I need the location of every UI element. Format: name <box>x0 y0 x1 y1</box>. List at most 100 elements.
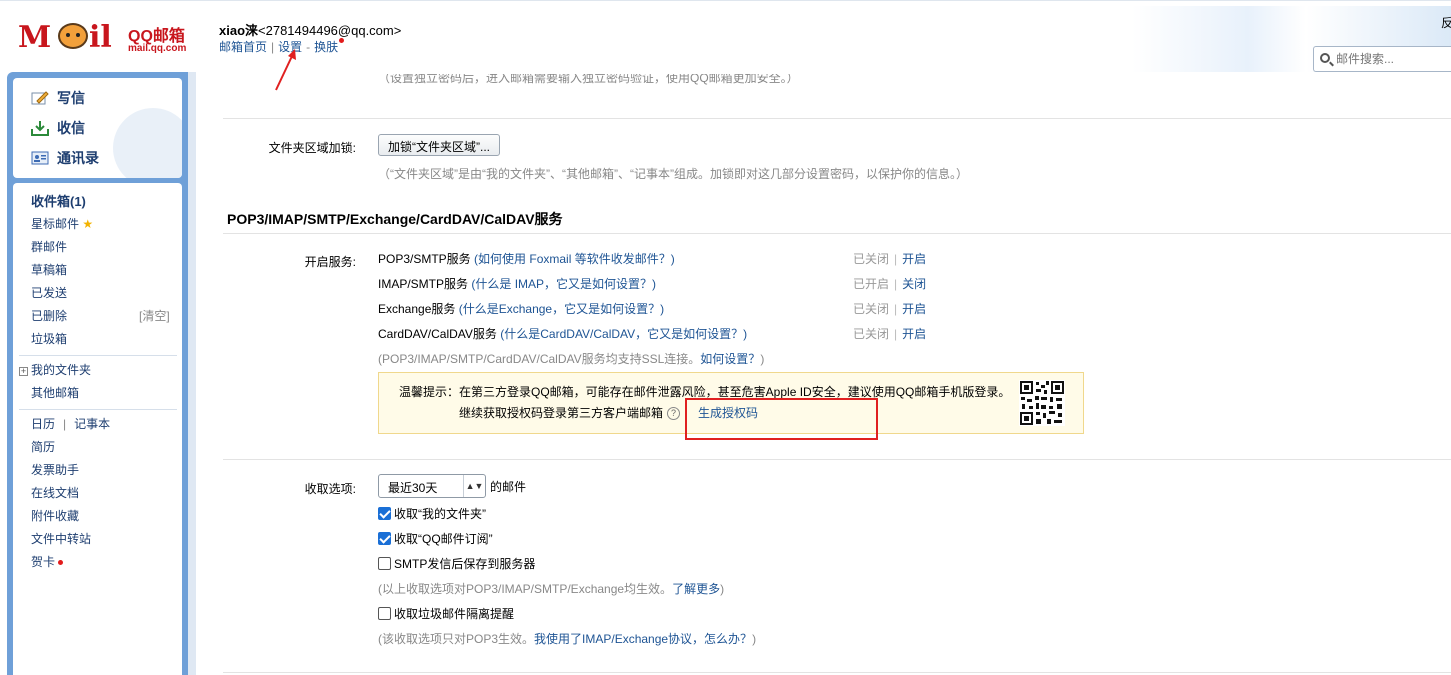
qr-code-icon <box>1019 380 1065 426</box>
select-value: 最近30天 <box>388 481 438 495</box>
receive-button[interactable]: 收信 <box>31 118 85 138</box>
sidebar-item-calendar-notebook: 日历 | 记事本 <box>31 415 110 432</box>
sidebar-divider <box>19 355 177 356</box>
folder-lock-note: （“文件夹区域”是由“我的文件夹”、“其他邮箱”、“记事本”组成。加锁即对这几部… <box>378 167 968 181</box>
service-toggle-link[interactable]: 关闭 <box>902 277 926 291</box>
corner-text[interactable]: 反 <box>1441 14 1451 31</box>
service-pop3: POP3/SMTP服务 (如何使用 Foxmail 等软件收发邮件？) <box>378 250 675 267</box>
service-help-link[interactable]: (什么是CardDAV/CalDAV，它又是如何设置？) <box>500 327 747 341</box>
star-icon: ★ <box>82 217 94 231</box>
service-imap-status: 已开启 | 关闭 <box>853 275 926 292</box>
sidebar-item-transfer[interactable]: 文件中转站 <box>31 530 91 547</box>
account-email: <2781494496@qq.com> <box>258 23 402 38</box>
sidebar-item-cards[interactable]: 贺卡 <box>31 553 64 570</box>
pop3-note-text: (该收取选项只对POP3生效。 <box>378 632 535 646</box>
search-input[interactable] <box>1336 50 1446 68</box>
status-text: 已开启 <box>853 277 890 291</box>
sidebar-item-my-folders[interactable]: + 我的文件夹 <box>19 361 91 378</box>
new-dot-icon <box>58 560 64 566</box>
sidebar-item-deleted[interactable]: 已删除 <box>31 307 67 324</box>
separator: | <box>894 277 898 291</box>
checkbox-subscribe[interactable]: 收取“QQ邮件订阅” <box>378 530 493 547</box>
imap-exchange-help-link[interactable]: 我使用了IMAP/Exchange协议，怎么办？ <box>534 632 752 646</box>
search-icon <box>1320 53 1330 63</box>
checkbox-checked-icon[interactable] <box>378 507 391 520</box>
checkbox-smtp-save[interactable]: SMTP发信后保存到服务器 <box>378 555 535 572</box>
calendar-link[interactable]: 日历 <box>31 417 55 431</box>
section-title: POP3/IMAP/SMTP/Exchange/CardDAV/CalDAV服务 <box>227 211 563 227</box>
sidebar-divider <box>19 409 177 410</box>
sidebar-folders: 收件箱(1) 星标邮件 ★ 群邮件 草稿箱 已发送 已删除 [清空] 垃圾箱 +… <box>13 183 182 675</box>
my-folders-label: 我的文件夹 <box>31 363 92 377</box>
ssl-note-text: (POP3/IMAP/SMTP/CardDAV/CalDAV服务均支持SSL连接… <box>378 352 701 366</box>
updown-arrow-icon: ▲▼ <box>463 475 485 497</box>
checkbox-unchecked-icon[interactable] <box>378 607 391 620</box>
pop3-note-end: ) <box>752 632 757 646</box>
expand-plus-icon[interactable]: + <box>19 367 28 376</box>
receive-range-select[interactable]: 最近30天 ▲▼ <box>378 474 486 498</box>
service-name: Exchange服务 <box>378 302 456 316</box>
checkbox-label: SMTP发信后保存到服务器 <box>394 557 536 571</box>
notebook-link[interactable]: 记事本 <box>74 417 110 431</box>
service-exchange: Exchange服务 (什么是Exchange，它又是如何设置？) <box>378 300 664 317</box>
receive-suffix: 的邮件 <box>490 480 527 494</box>
new-dot-icon <box>339 38 345 43</box>
folder-lock-label: 文件夹区域加锁: <box>268 141 356 155</box>
service-help-link[interactable]: (如何使用 Foxmail 等软件收发邮件？) <box>474 252 675 266</box>
sidebar-item-other-mail[interactable]: 其他邮箱 <box>31 384 79 401</box>
sidebar-item-resume[interactable]: 简历 <box>31 438 55 455</box>
independent-password-note: （设置独立密码后，进入邮箱需要输入独立密码验证，使用QQ邮箱更加安全。） <box>378 74 799 85</box>
annotation-arrow-icon <box>275 49 296 91</box>
folder-lock-button[interactable]: 加锁“文件夹区域”... <box>378 134 500 156</box>
qq-mail-logo[interactable]: M il QQ邮箱 mail.qq.com <box>18 20 186 55</box>
divider <box>223 672 1451 673</box>
link-skin[interactable]: 换肤 <box>314 40 338 54</box>
service-toggle-link[interactable]: 开启 <box>902 252 926 266</box>
sidebar-item-docs[interactable]: 在线文档 <box>31 484 79 501</box>
checkbox-checked-icon[interactable] <box>378 532 391 545</box>
sidebar-item-drafts[interactable]: 草稿箱 <box>31 261 67 278</box>
sidebar-item-group[interactable]: 群邮件 <box>31 238 67 255</box>
learn-more-link[interactable]: 了解更多 <box>672 582 720 596</box>
sidebar-item-inbox[interactable]: 收件箱(1) <box>31 191 86 210</box>
service-name: IMAP/SMTP服务 <box>378 277 469 291</box>
service-name: CardDAV/CalDAV服务 <box>378 327 497 341</box>
sidebar-item-spam[interactable]: 垃圾箱 <box>31 330 67 347</box>
separator: | <box>894 252 898 266</box>
inbox-arrow-icon <box>31 120 49 136</box>
receive-label: 收信 <box>57 120 85 136</box>
sidebar-item-sent[interactable]: 已发送 <box>31 284 67 301</box>
write-button[interactable]: 写信 <box>31 88 85 108</box>
checkbox-label: 收取“QQ邮件订阅” <box>394 532 493 546</box>
help-icon[interactable]: ? <box>667 407 681 421</box>
account-name: xiao涞 <box>219 23 259 38</box>
receive-note-text: (以上收取选项对POP3/IMAP/SMTP/Exchange均生效。 <box>378 582 673 596</box>
sidebar-item-invoice[interactable]: 发票助手 <box>31 461 79 478</box>
link-mail-home[interactable]: 邮箱首页 <box>219 40 267 54</box>
checkbox-unchecked-icon[interactable] <box>378 557 391 570</box>
clear-trash-link[interactable]: [清空] <box>139 307 170 324</box>
write-label: 写信 <box>57 90 85 106</box>
ssl-howto-link[interactable]: 如何设置？ <box>700 352 760 366</box>
tip-line2: 继续获取授权码登录第三方客户端邮箱? <box>459 404 681 421</box>
checkbox-spam-reminder[interactable]: 收取垃圾邮件隔离提醒 <box>378 605 514 622</box>
sidebar-actions: 写信 收信 通讯录 <box>13 78 182 178</box>
service-name: POP3/SMTP服务 <box>378 252 471 266</box>
status-text: 已关闭 <box>853 327 890 341</box>
contacts-label: 通讯录 <box>57 150 99 166</box>
sidebar-item-starred[interactable]: 星标邮件 ★ <box>31 215 93 232</box>
service-help-link[interactable]: (什么是 IMAP，它又是如何设置？) <box>471 277 656 291</box>
annotation-highlight-box <box>685 398 878 440</box>
service-toggle-link[interactable]: 开启 <box>902 302 926 316</box>
search-box[interactable] <box>1313 46 1451 72</box>
cards-label: 贺卡 <box>31 555 56 569</box>
tiger-icon <box>58 23 88 49</box>
contacts-button[interactable]: 通讯录 <box>31 148 99 168</box>
receive-options-label: 收取选项: <box>304 482 356 496</box>
service-toggle-link[interactable]: 开启 <box>902 327 926 341</box>
sidebar-item-attachments[interactable]: 附件收藏 <box>31 507 79 524</box>
service-help-link[interactable]: (什么是Exchange，它又是如何设置？) <box>459 302 664 316</box>
service-exchange-status: 已关闭 | 开启 <box>853 300 926 317</box>
checkbox-my-folders[interactable]: 收取“我的文件夹” <box>378 505 486 522</box>
ssl-note: (POP3/IMAP/SMTP/CardDAV/CalDAV服务均支持SSL连接… <box>378 350 764 367</box>
